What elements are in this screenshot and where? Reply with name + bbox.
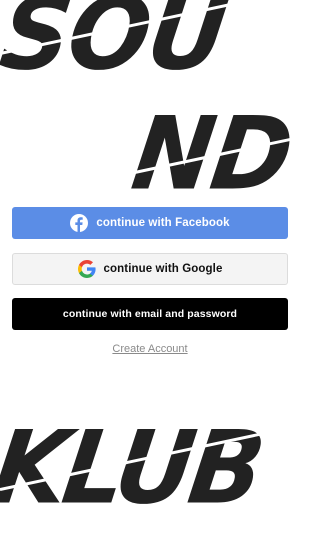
continue-with-email-button[interactable]: continue with email and password — [12, 298, 288, 330]
facebook-icon — [70, 214, 89, 232]
create-account-link[interactable]: Create Account — [0, 343, 300, 355]
continue-with-google-button[interactable]: continue with Google — [12, 253, 288, 285]
continue-with-facebook-button[interactable]: continue with Facebook — [12, 207, 288, 239]
email-button-label: continue with email and password — [62, 308, 238, 320]
facebook-button-label: continue with Facebook — [96, 217, 230, 229]
logo-word-klub: KLUB — [0, 409, 268, 527]
google-icon — [77, 260, 96, 278]
google-button-label: continue with Google — [103, 263, 223, 275]
